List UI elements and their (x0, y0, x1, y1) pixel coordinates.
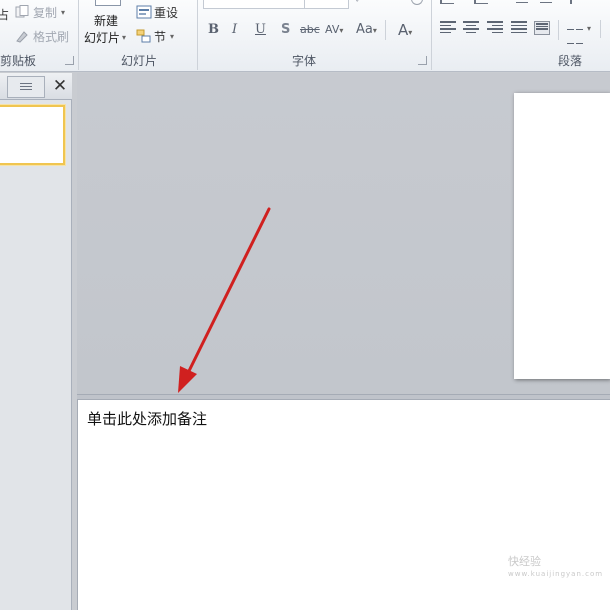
font-group-label: 字体 (292, 54, 317, 68)
chevron-down-icon: ▾ (170, 31, 175, 41)
change-case-label: Aa (356, 22, 373, 37)
font-color-button[interactable]: A▾ (398, 21, 412, 39)
chevron-down-icon: ▾ (122, 33, 127, 42)
copy-button[interactable]: 复制 ▾ (15, 3, 65, 21)
divider (385, 20, 386, 40)
italic-button[interactable]: I (232, 21, 237, 39)
chevron-down-icon: ▾ (372, 26, 377, 35)
copy-label: 复制 (33, 5, 58, 20)
divider (197, 0, 198, 70)
outline-icon (20, 83, 32, 92)
watermark: 快经验 www.kuaijingyan.com (508, 555, 603, 581)
slides-group-label: 幻灯片 (121, 54, 158, 68)
format-painter-label: 格式刷 (33, 29, 70, 44)
section-button[interactable]: 节 ▾ (136, 27, 174, 45)
section-label: 节 (154, 29, 167, 44)
justify-icon[interactable] (511, 21, 527, 35)
paste-button[interactable]: 占 (0, 5, 9, 23)
new-slide-icon[interactable] (95, 0, 121, 6)
paste-label-fragment: 占 (0, 6, 9, 23)
new-slide-button[interactable]: 幻灯片 ▾ (84, 29, 126, 46)
slide-thumbnail[interactable] (0, 105, 65, 165)
strikethrough-button[interactable]: abc (300, 21, 320, 39)
char-spacing-label: AV (325, 23, 340, 36)
char-spacing-button[interactable]: AV▾ (325, 21, 343, 39)
chevron-down-icon: ▾ (408, 28, 413, 37)
clipboard-group-label: 剪贴板 (0, 53, 36, 69)
columns-icon[interactable] (567, 21, 583, 44)
increase-indent-icon[interactable] (540, 0, 552, 3)
slide-editor (77, 73, 610, 394)
brush-icon (15, 29, 29, 43)
font-color-label: A (398, 21, 409, 39)
format-painter-button[interactable]: 格式刷 (15, 27, 69, 45)
underline-button[interactable]: U (255, 21, 266, 39)
font-name-combo[interactable] (203, 0, 349, 9)
new-slide-label-line2: 幻灯片 (84, 31, 121, 45)
clear-format-icon[interactable] (411, 0, 423, 5)
slide-canvas[interactable] (514, 93, 610, 379)
watermark-line2: www.kuaijingyan.com (508, 570, 604, 578)
reset-label: 重设 (154, 5, 179, 20)
reset-icon (136, 5, 152, 19)
chevron-down-icon: ▾ (61, 7, 66, 17)
slides-pane: ✕ (0, 73, 72, 610)
watermark-line1: 快经验 (508, 555, 541, 568)
clipboard-group-label-text: 剪贴板 (0, 54, 36, 68)
clipboard-launcher-icon[interactable] (65, 56, 74, 65)
shadow-button[interactable]: S (281, 21, 290, 39)
font-launcher-icon[interactable] (418, 56, 427, 65)
chevron-down-icon[interactable]: ▾ (587, 24, 591, 33)
change-case-button[interactable]: Aa▾ (356, 21, 377, 39)
notes-placeholder[interactable]: 单击此处添加备注 (87, 408, 207, 429)
ribbon: 占 复制 ▾ 格式刷 剪贴板 新建 幻灯片 ▾ 重设 节 ▾ 幻灯片 (0, 0, 610, 72)
divider (78, 0, 79, 70)
line-spacing-icon[interactable] (570, 0, 584, 4)
align-center-icon[interactable] (463, 21, 479, 35)
divider (558, 20, 559, 40)
bold-button[interactable]: B (208, 21, 219, 39)
decrease-indent-icon[interactable] (516, 0, 528, 3)
numbering-icon[interactable] (474, 0, 488, 4)
close-icon[interactable]: ✕ (50, 76, 70, 96)
divider (431, 0, 432, 70)
new-slide-label-line1[interactable]: 新建 (94, 12, 118, 29)
tab-outline[interactable] (7, 76, 45, 98)
align-left-icon[interactable] (440, 21, 456, 35)
grow-font-icon[interactable]: ˇ (355, 0, 360, 10)
paragraph-group-label: 段落 (558, 54, 583, 68)
chevron-down-icon: ▾ (339, 26, 344, 35)
copy-icon (15, 5, 29, 19)
reset-button[interactable]: 重设 (136, 3, 178, 21)
align-right-icon[interactable] (487, 21, 503, 35)
distributed-icon[interactable] (534, 21, 550, 35)
bullets-icon[interactable] (440, 0, 454, 4)
pane-tabs: ✕ (0, 73, 72, 100)
text-direction-icon[interactable] (600, 20, 610, 38)
section-icon (136, 29, 151, 43)
